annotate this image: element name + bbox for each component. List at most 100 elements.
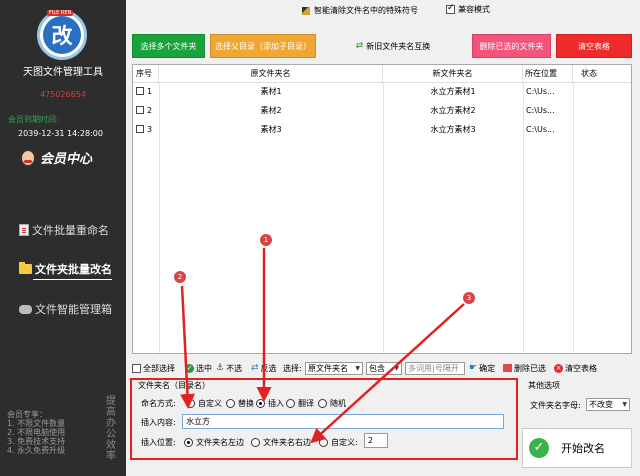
row-no: 1 <box>147 87 153 96</box>
close-icon: × <box>554 363 563 373</box>
col-header-status[interactable]: 状态 <box>573 65 631 83</box>
position-left-radio[interactable]: 文件夹名左边 <box>184 437 244 448</box>
col-header-old-name[interactable]: 原文件夹名 <box>159 65 383 83</box>
match-value: 包含 <box>369 363 385 373</box>
custom-position-input[interactable]: 2 <box>364 433 388 448</box>
nav-file-manager[interactable]: 文件智能管理箱 <box>19 301 112 317</box>
case-value: 不改变 <box>589 400 613 409</box>
annotation-badge-2: 2 <box>174 271 186 283</box>
invert-button[interactable]: ⇄ 反选 <box>251 363 283 374</box>
case-label: 文件夹名字母: <box>530 401 581 410</box>
qq-number[interactable]: 475026654 <box>0 90 126 99</box>
col-header-location[interactable]: 所在位置 <box>523 65 573 83</box>
radio-icon <box>318 399 327 408</box>
mode-custom-radio[interactable]: 自定义 <box>186 398 222 409</box>
table-row[interactable]: 3 素材3 水立方素材3 C:\Us... <box>133 121 631 139</box>
start-rename-button[interactable]: ✓ 开始改名 <box>522 428 632 468</box>
position-option-label: 文件夹名左边 <box>196 438 244 447</box>
table-row[interactable]: 2 素材2 水立方素材2 C:\Us... <box>133 102 631 120</box>
member-center-button[interactable]: 会员中心 <box>20 148 92 167</box>
mode-option-label: 翻译 <box>298 399 314 408</box>
nav-file-rename[interactable]: 文件批量重命名 <box>19 222 109 238</box>
swap-names-button[interactable]: ⇄ 新旧文件夹名互换 <box>350 34 436 58</box>
confirm-button[interactable]: ☛ 确定 <box>469 363 499 374</box>
invert-label: 反选 <box>260 363 277 373</box>
mode-translate-radio[interactable]: 翻译 <box>286 398 314 409</box>
delete-selected-folders-button[interactable]: 删除已选的文件夹 <box>472 34 551 58</box>
promo-list: 会员专享： 1. 不限文件数量 2. 不限电脑使用 3. 免费技术支持 4. 永… <box>7 410 65 455</box>
folder-table[interactable]: 序号 原文件夹名 新文件夹名 所在位置 状态 1 素材1 水立方素材1 C:\U… <box>132 64 632 354</box>
choose-label: 选择: <box>283 363 302 373</box>
insert-content-input[interactable]: 水立方 <box>182 414 504 429</box>
annotation-badge-1: 1 <box>260 234 272 246</box>
promo-line: 会员专享： <box>7 410 47 419</box>
logo-char: 改 <box>51 24 73 48</box>
search-input[interactable]: 多词用|号隔开 <box>405 361 465 375</box>
nav-label: 文件夹批量改名 <box>35 263 112 276</box>
choose-field-value: 原文件夹名 <box>308 363 348 373</box>
row-new-name: 水立方素材2 <box>430 106 476 115</box>
select-parent-button[interactable]: 选择父目录（添加子目录） <box>210 34 316 58</box>
promo-side-text: 提高办公效率 <box>106 396 116 462</box>
position-custom-radio[interactable]: 自定义: <box>319 437 358 448</box>
radio-icon <box>251 438 260 447</box>
select-folders-button[interactable]: 选择多个文件夹 <box>132 34 205 58</box>
clear-table-label: 清空表格 <box>565 363 597 373</box>
swap-names-label: 新旧文件夹名互换 <box>366 41 431 51</box>
radio-icon <box>186 399 195 408</box>
folder-icon <box>19 262 32 274</box>
position-right-radio[interactable]: 文件夹名右边 <box>251 437 311 448</box>
table-row[interactable]: 1 素材1 水立方素材1 C:\Us... <box>133 83 631 101</box>
mode-option-label: 自定义 <box>198 399 222 408</box>
chevron-down-icon: ▼ <box>355 364 360 372</box>
compat-mode-label: 兼容模式 <box>458 5 490 14</box>
compat-mode-checkbox[interactable]: 兼容模式 <box>446 3 490 15</box>
mode-insert-radio[interactable]: 插入 <box>256 398 284 409</box>
clear-table-button[interactable]: 清空表格 <box>556 34 632 58</box>
member-expire-date: 2039-12-31 14:28:00 <box>18 129 103 138</box>
col-header-new-name[interactable]: 新文件夹名 <box>383 65 523 83</box>
deselect-button[interactable]: ⚓ 不选 <box>216 363 251 374</box>
invert-icon: ⇄ <box>251 363 259 373</box>
choose-field-select[interactable]: 原文件夹名 ▼ <box>305 361 363 375</box>
match-select[interactable]: 包含 ▼ <box>366 361 402 375</box>
mode-option-label: 随机 <box>330 399 346 408</box>
row-old-name: 素材2 <box>260 106 282 115</box>
mode-option-label: 插入 <box>268 399 284 408</box>
clean-symbols-label: 智能清除文件名中的特殊符号 <box>314 6 418 15</box>
table-toolbar: 全部选择 ✓ 选中 ⚓ 不选 ⇄ 反选 选择: 原文件夹名 ▼ 包含 ▼ 多词用|号… <box>132 360 640 376</box>
mode-replace-radio[interactable]: 替换 <box>226 398 254 409</box>
mode-random-radio[interactable]: 随机 <box>318 398 346 409</box>
select-button[interactable]: ✓ 选中 <box>185 363 216 374</box>
gamepad-icon <box>19 304 32 314</box>
row-checkbox[interactable] <box>136 106 144 114</box>
nav-label: 文件智能管理箱 <box>35 303 112 316</box>
select-all-checkbox[interactable]: 全部选择 <box>132 363 185 374</box>
clean-symbols-link[interactable]: 智能清除文件名中的特殊符号 <box>302 5 418 16</box>
row-checkbox[interactable] <box>136 87 144 95</box>
case-select[interactable]: 不改变 ▼ <box>586 398 630 411</box>
promo-line: 2. 不限电脑使用 <box>7 428 66 437</box>
position-label: 插入位置: <box>141 438 176 447</box>
logo-tag: FILE REN <box>47 10 74 16</box>
promo-line: 3. 免费技术支持 <box>7 437 66 446</box>
clear-table-tool-button[interactable]: × 清空表格 <box>554 363 602 374</box>
row-location: C:\Us... <box>526 106 555 115</box>
top-bar: 智能清除文件名中的特殊符号 兼容模式 <box>126 0 640 26</box>
chevron-down-icon: ▼ <box>622 401 627 408</box>
nav-folder-rename[interactable]: 文件夹批量改名 <box>19 261 112 280</box>
col-header-no[interactable]: 序号 <box>133 65 159 83</box>
promo-line: 1. 不限文件数量 <box>7 419 66 428</box>
check-icon: ✓ <box>185 363 194 373</box>
pen-icon <box>302 6 310 15</box>
row-location: C:\Us... <box>526 87 555 96</box>
row-old-name: 素材3 <box>260 125 282 134</box>
select-all-label: 全部选择 <box>143 363 175 373</box>
checkbox-icon <box>446 3 455 14</box>
deselect-label: 不选 <box>226 363 243 373</box>
folder-name-panel: 文件夹名（目录名） 命名方式: 自定义 替换 插入 翻译 随机 插入内容: 水立… <box>130 378 518 460</box>
delete-selected-label: 删除已选 <box>514 363 546 373</box>
delete-selected-button[interactable]: 删除已选 <box>503 363 554 374</box>
row-checkbox[interactable] <box>136 125 144 133</box>
mode-label: 命名方式: <box>141 399 176 408</box>
